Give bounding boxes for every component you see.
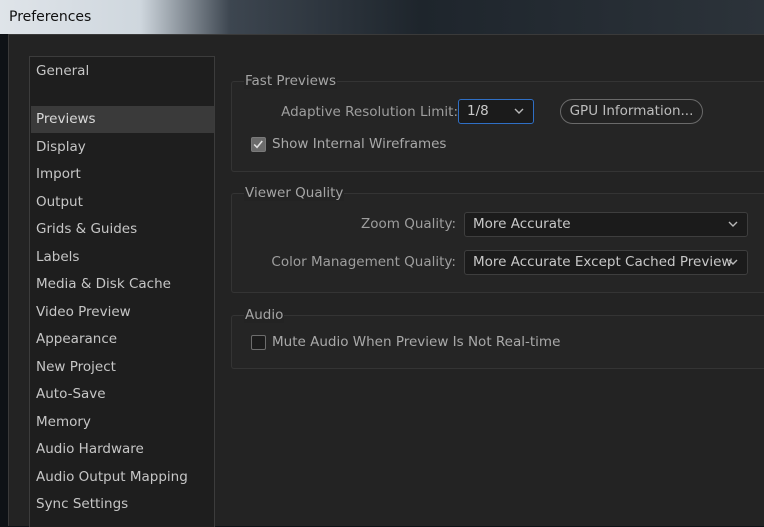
viewer-quality-title: Viewer Quality [244, 185, 345, 201]
chevron-down-icon [728, 259, 738, 265]
sidebar-item-audio-hardware[interactable]: Audio Hardware [31, 436, 214, 463]
zoom-quality-dropdown[interactable]: More Accurate [464, 212, 748, 237]
checkmark-icon [253, 140, 263, 149]
audio-title: Audio [244, 307, 285, 323]
zoom-quality-value: More Accurate [473, 216, 571, 232]
mute-audio-label[interactable]: Mute Audio When Preview Is Not Real-time [272, 334, 560, 350]
sidebar-item-appearance[interactable]: Appearance [31, 326, 214, 353]
sidebar-item-output[interactable]: Output [31, 189, 214, 216]
title-bar[interactable]: Preferences [0, 0, 764, 34]
window-title: Preferences [9, 9, 92, 25]
viewer-quality-group: Viewer Quality Zoom Quality: More Accura… [231, 185, 764, 293]
sidebar-item-auto-save[interactable]: Auto-Save [31, 381, 214, 408]
chevron-down-icon [514, 108, 524, 114]
gpu-information-button[interactable]: GPU Information... [560, 99, 703, 124]
sidebar-item-memory[interactable]: Memory [31, 409, 214, 436]
sidebar-item-general[interactable]: General [31, 58, 214, 85]
color-management-label: Color Management Quality: [271, 254, 456, 270]
sidebar-item-new-project[interactable]: New Project [31, 354, 214, 381]
preferences-sidebar: General Previews Display Import Output G… [29, 56, 215, 527]
color-management-dropdown[interactable]: More Accurate Except Cached Preview [464, 250, 748, 275]
sidebar-item-video-preview[interactable]: Video Preview [31, 299, 214, 326]
show-wireframes-checkbox[interactable] [251, 137, 266, 152]
sidebar-item-display[interactable]: Display [31, 134, 214, 161]
show-wireframes-label[interactable]: Show Internal Wireframes [272, 136, 446, 152]
sidebar-item-media-disk-cache[interactable]: Media & Disk Cache [31, 271, 214, 298]
adaptive-resolution-value: 1/8 [467, 103, 489, 119]
adaptive-resolution-label: Adaptive Resolution Limit: [281, 104, 458, 120]
audio-group: Audio Mute Audio When Preview Is Not Rea… [231, 307, 764, 369]
sidebar-item-import[interactable]: Import [31, 161, 214, 188]
mute-audio-checkbox[interactable] [251, 335, 266, 350]
sidebar-item-audio-output-mapping[interactable]: Audio Output Mapping [31, 464, 214, 491]
preferences-window: General Previews Display Import Output G… [8, 34, 764, 527]
fast-previews-title: Fast Previews [244, 73, 337, 89]
sidebar-item-previews[interactable]: Previews [31, 106, 214, 133]
chevron-down-icon [728, 221, 738, 227]
zoom-quality-label: Zoom Quality: [360, 216, 456, 232]
adaptive-resolution-dropdown[interactable]: 1/8 [458, 99, 534, 124]
sidebar-item-sync-settings[interactable]: Sync Settings [31, 491, 214, 518]
sidebar-item-grids-guides[interactable]: Grids & Guides [31, 216, 214, 243]
fast-previews-group: Fast Previews Adaptive Resolution Limit:… [231, 73, 764, 172]
color-management-value: More Accurate Except Cached Preview [473, 254, 733, 270]
sidebar-item-labels[interactable]: Labels [31, 244, 214, 271]
